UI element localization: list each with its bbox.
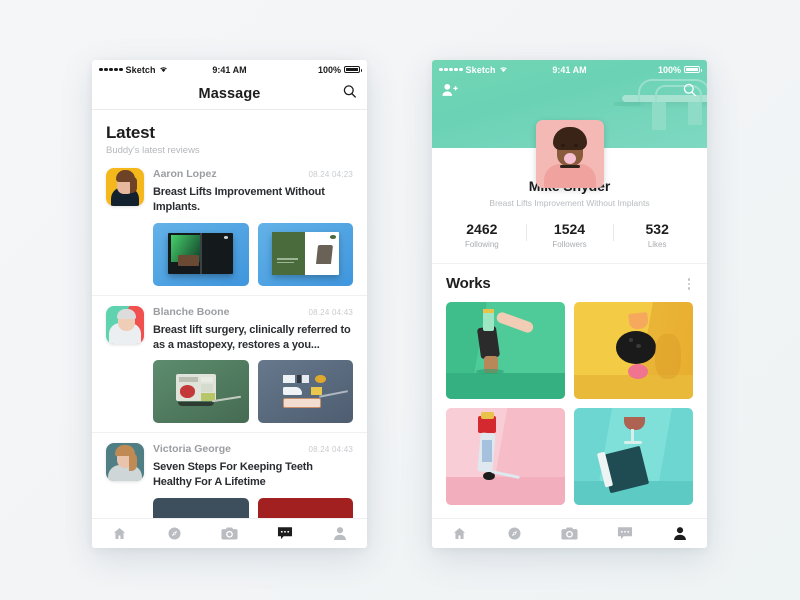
screenshot-canvas: Sketch 9:41 AM 100% Massage Latest Buddy…	[0, 0, 800, 600]
add-person-icon[interactable]	[442, 83, 458, 102]
home-icon	[113, 527, 126, 540]
stat-followers[interactable]: 1524 Followers	[525, 221, 614, 249]
post-meta: Blanche Boone 08.24 04:43	[153, 306, 353, 318]
works-header: Works	[432, 263, 707, 302]
post-body: Victoria George 08.24 04:43 Seven Steps …	[153, 443, 353, 490]
person-icon	[673, 527, 686, 540]
works-grid	[432, 301, 707, 505]
stat-following[interactable]: 2462 Following	[438, 221, 526, 249]
status-bar-right: 100%	[570, 64, 702, 75]
profile-stats: 2462 Following 1524 Followers 532 Likes	[432, 221, 707, 263]
compass-icon	[168, 527, 181, 540]
post-image-row	[153, 222, 353, 286]
stat-value: 2462	[466, 221, 498, 237]
stat-likes[interactable]: 532 Likes	[613, 221, 701, 249]
chat-bubble-icon	[617, 527, 632, 540]
profile-navbar	[432, 80, 707, 104]
post-image-dark-slate[interactable]	[153, 498, 249, 518]
tab-discover[interactable]	[147, 526, 202, 541]
kebab-menu-icon[interactable]	[685, 275, 694, 293]
battery-percent-label: 100%	[657, 64, 681, 75]
post-image-green-book-chair[interactable]	[257, 222, 353, 286]
work-green-handstand[interactable]	[446, 301, 565, 399]
feed-list[interactable]: Latest Buddy's latest reviews Aaron Lope…	[92, 110, 367, 518]
avatar-victoria-george[interactable]	[106, 443, 144, 482]
stat-label: Following	[464, 240, 499, 249]
post-author[interactable]: Aaron Lopez	[153, 168, 217, 180]
post-author[interactable]: Blanche Boone	[153, 306, 229, 318]
post-image-dark-red[interactable]	[257, 498, 353, 518]
feed-navbar: Massage	[92, 79, 367, 110]
chat-bubble-icon	[277, 527, 292, 540]
post-meta: Victoria George 08.24 04:43	[153, 443, 353, 455]
camera-icon	[221, 527, 238, 540]
post-timestamp: 08.24 04:43	[308, 307, 353, 317]
tab-messages[interactable]	[257, 526, 312, 541]
post-image-row	[153, 498, 353, 518]
work-yellow-bowling[interactable]	[574, 301, 693, 399]
stat-value: 532	[645, 221, 669, 237]
works-title: Works	[446, 275, 491, 293]
status-bar-right: 100%	[230, 64, 362, 75]
tab-profile[interactable]	[652, 526, 707, 541]
section-subtitle: Buddy's latest reviews	[106, 145, 200, 156]
tab-messages[interactable]	[597, 526, 652, 541]
tab-camera[interactable]	[202, 526, 257, 541]
tab-discover[interactable]	[487, 526, 542, 541]
section-title: Latest	[106, 123, 155, 142]
phone-screen-feed: Sketch 9:41 AM 100% Massage Latest Buddy…	[92, 60, 367, 548]
stat-value: 1524	[553, 221, 586, 237]
post-image-green-pan[interactable]	[153, 360, 249, 424]
post-body: Aaron Lopez 08.24 04:23 Breast Lifts Imp…	[153, 168, 353, 215]
post-timestamp: 08.24 04:23	[308, 170, 353, 179]
tab-home[interactable]	[92, 526, 147, 541]
person-icon	[333, 527, 346, 540]
post-meta: Aaron Lopez 08.24 04:23	[153, 168, 353, 180]
post-text: Breast lift surgery, clinically referred…	[153, 323, 351, 351]
search-icon[interactable]	[343, 85, 357, 104]
stat-label: Followers	[552, 240, 587, 249]
status-bar: Sketch 9:41 AM 100%	[432, 60, 707, 79]
post-timestamp: 08.24 04:43	[308, 445, 353, 455]
post-image-row	[153, 360, 353, 424]
home-icon	[453, 527, 466, 540]
work-pink-legshoe[interactable]	[446, 407, 565, 505]
avatar-blanche-boone[interactable]	[106, 305, 144, 344]
post-header: Aaron Lopez 08.24 04:23 Breast Lifts Imp…	[106, 168, 353, 215]
post-body: Blanche Boone 08.24 04:43 Breast lift su…	[153, 306, 353, 353]
avatar-aaron-lopez[interactable]	[106, 168, 144, 206]
tab-profile[interactable]	[312, 526, 367, 541]
profile-tagline: Breast Lifts Improvement Without Implant…	[489, 198, 650, 208]
status-bar: Sketch 9:41 AM 100%	[92, 60, 367, 79]
battery-full-icon	[344, 65, 362, 74]
cover-chair-leg-right	[687, 102, 702, 126]
post-text: Seven Steps For Keeping Teeth Healthy Fo…	[153, 461, 313, 489]
battery-full-icon	[684, 65, 702, 74]
camera-icon	[561, 527, 578, 540]
feed-header: Latest Buddy's latest reviews	[92, 110, 367, 162]
tab-bar	[92, 518, 367, 548]
post-header: Victoria George 08.24 04:43 Seven Steps …	[106, 443, 353, 490]
cover-chair-leg-left	[652, 102, 666, 131]
work-teal-wine-book[interactable]	[574, 407, 693, 505]
feed-post[interactable]: Victoria George 08.24 04:43 Seven Steps …	[92, 432, 367, 518]
post-image-open-book-dark[interactable]	[153, 222, 249, 286]
post-author[interactable]: Victoria George	[153, 443, 231, 455]
compass-icon	[508, 527, 521, 540]
search-icon[interactable]	[683, 83, 697, 102]
feed-post[interactable]: Aaron Lopez 08.24 04:23 Breast Lifts Imp…	[92, 162, 367, 286]
feed-post[interactable]: Blanche Boone 08.24 04:43 Breast lift su…	[92, 294, 367, 424]
profile-avatar-bubblegum[interactable]	[535, 120, 604, 188]
stat-label: Likes	[647, 240, 667, 249]
post-image-slate-tray[interactable]	[257, 360, 353, 424]
post-text: Breast Lifts Improvement Without Implant…	[153, 186, 325, 213]
tab-home[interactable]	[432, 526, 487, 541]
tab-camera[interactable]	[542, 526, 597, 541]
phone-screen-profile: Sketch 9:41 AM 100% Breast Lifts Improve…	[432, 60, 707, 548]
battery-percent-label: 100%	[317, 64, 341, 75]
tab-bar	[432, 518, 707, 548]
post-header: Blanche Boone 08.24 04:43 Breast lift su…	[106, 305, 353, 353]
page-title: Massage	[198, 86, 261, 102]
